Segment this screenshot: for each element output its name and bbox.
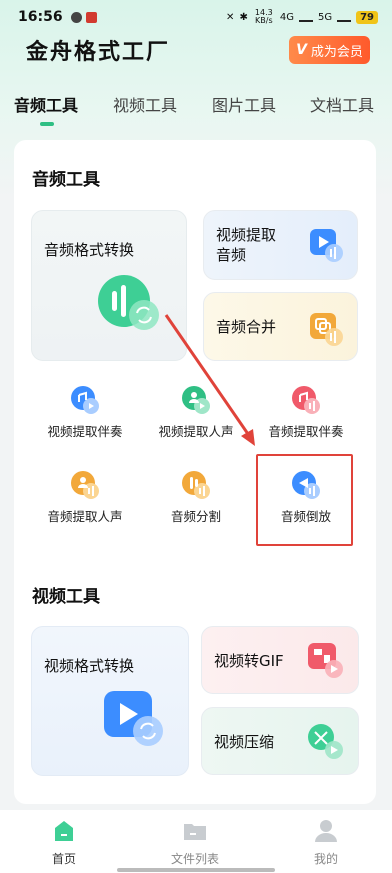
vip-icon: V <box>296 42 307 58</box>
grid-label: 音频提取人声 <box>47 509 123 524</box>
video-compress-icon <box>308 724 343 759</box>
video-convert-icon <box>104 691 163 746</box>
video-compress-label: 视频压缩 <box>214 733 275 751</box>
home-icon <box>55 821 73 841</box>
status-right-group: ✕ ✱ 14.3 KB/s 4G 5G 79 <box>226 9 378 25</box>
grid-audio-extract-vocal[interactable]: 音频提取人声 <box>30 470 140 540</box>
nav-profile-label: 我的 <box>313 852 338 866</box>
status-bar: 16:56 ✕ ✱ 14.3 KB/s 4G 5G 79 <box>0 0 392 34</box>
signal-2-icon <box>337 12 352 22</box>
audio-merge-label: 音频合并 <box>216 318 277 336</box>
grid-video-extract-vocal[interactable]: 视频提取人声 <box>141 385 251 455</box>
audio-format-convert-tile[interactable]: 音频格式转换 <box>31 210 187 361</box>
audio-merge-tile[interactable]: 音频合并 <box>203 292 358 361</box>
nav-file-list-label: 文件列表 <box>170 852 219 866</box>
video-extract-audio-label-2: 音频 <box>216 246 247 264</box>
folder-icon <box>184 824 206 840</box>
grid-label: 视频提取伴奏 <box>47 424 123 439</box>
audio-section-title: 音频工具 <box>32 170 100 190</box>
video-extract-audio-tile[interactable]: 视频提取 音频 <box>203 210 358 280</box>
vip-button-label: 成为会员 <box>310 44 363 60</box>
notification-icon <box>70 11 82 23</box>
grid-video-extract-accompaniment[interactable]: 视频提取伴奏 <box>30 385 140 455</box>
audio-extract-accompaniment-icon <box>292 386 320 414</box>
active-tab-indicator <box>40 122 54 126</box>
grid-audio-extract-accompaniment[interactable]: 音频提取伴奏 <box>251 385 361 455</box>
status-notification-icons <box>70 11 97 23</box>
audio-split-icon <box>182 471 210 499</box>
audio-convert-icon <box>98 275 159 330</box>
signal-1-label: 4G <box>279 11 294 23</box>
video-extract-audio-label-1: 视频提取 <box>216 226 277 244</box>
tab-audio-tools[interactable]: 音频工具 <box>14 92 78 116</box>
app-notification-icon <box>85 11 97 23</box>
audio-format-convert-label: 音频格式转换 <box>44 241 135 259</box>
user-icon <box>315 820 337 842</box>
tab-video-tools[interactable]: 视频工具 <box>113 92 177 116</box>
home-indicator <box>117 868 275 872</box>
video-compress-tile[interactable]: 视频压缩 <box>201 707 359 775</box>
signal-2-label: 5G <box>317 11 333 23</box>
signal-1-icon <box>298 12 313 22</box>
tab-image-tools[interactable]: 图片工具 <box>212 92 276 116</box>
video-extract-vocal-icon <box>182 386 210 414</box>
video-extract-accompaniment-icon <box>71 386 99 414</box>
video-to-gif-icon <box>308 643 343 678</box>
app-title: 金舟格式工厂 <box>26 40 171 65</box>
video-section-title: 视频工具 <box>32 587 100 607</box>
grid-label: 音频分割 <box>170 509 221 524</box>
net-speed: 14.3 KB/s <box>254 8 273 25</box>
grid-label: 视频提取人声 <box>158 424 234 439</box>
audio-merge-icon <box>310 313 343 346</box>
grid-audio-split[interactable]: 音频分割 <box>141 470 251 540</box>
nav-home[interactable]: 首页 <box>24 818 104 867</box>
nav-home-label: 首页 <box>51 852 76 866</box>
vip-button[interactable]: V 成为会员 <box>289 36 370 64</box>
nav-profile[interactable]: 我的 <box>286 818 366 867</box>
bottom-nav: 首页 文件列表 我的 <box>0 810 392 873</box>
tool-tabs: 音频工具 视频工具 图片工具 文档工具 <box>0 88 392 124</box>
battery-icon: 79 <box>356 10 378 24</box>
bluetooth-icon: ✱ <box>239 11 248 23</box>
nav-file-list[interactable]: 文件列表 <box>155 818 235 867</box>
video-format-convert-label: 视频格式转换 <box>44 657 135 675</box>
tab-document-tools[interactable]: 文档工具 <box>310 92 374 116</box>
highlight-box <box>256 454 353 546</box>
video-to-gif-label: 视频转GIF <box>214 652 284 670</box>
video-extract-audio-icon <box>310 229 343 262</box>
status-time: 16:56 <box>18 9 63 25</box>
video-to-gif-tile[interactable]: 视频转GIF <box>201 626 359 694</box>
audio-extract-vocal-icon <box>71 471 99 499</box>
mute-icon: ✕ <box>226 11 235 23</box>
video-format-convert-tile[interactable]: 视频格式转换 <box>31 626 189 776</box>
grid-label: 音频提取伴奏 <box>268 424 344 439</box>
